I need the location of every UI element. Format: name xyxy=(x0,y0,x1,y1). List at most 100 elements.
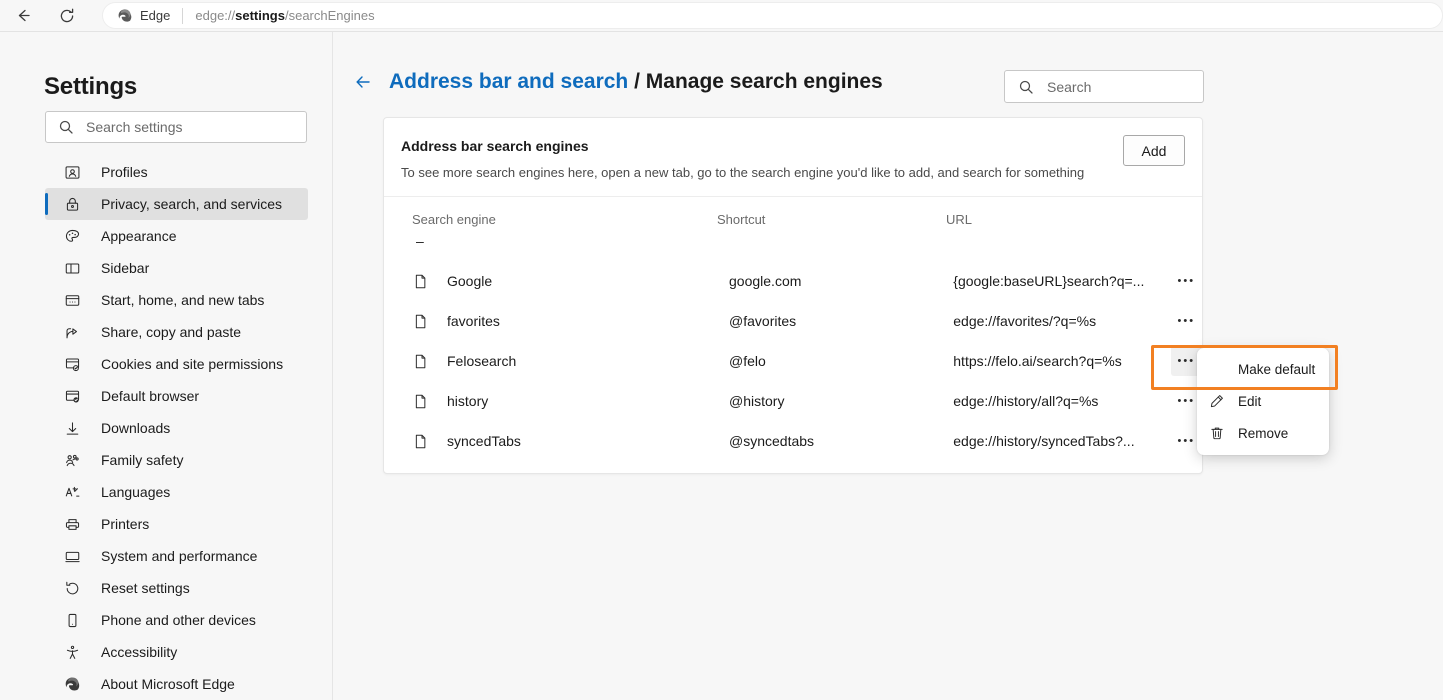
sidebar-item-start-home-and-new-tabs[interactable]: Start, home, and new tabs xyxy=(45,284,308,316)
share-icon xyxy=(64,324,81,341)
search-settings-input[interactable] xyxy=(86,119,276,135)
menu-item-label: Make default xyxy=(1238,361,1316,377)
address-bar-separator xyxy=(182,7,184,24)
sidebar-item-about-microsoft-edge[interactable]: About Microsoft Edge xyxy=(45,668,308,700)
sidebar-item-label: System and performance xyxy=(101,548,258,564)
sidebar-item-profiles[interactable]: Profiles xyxy=(45,156,308,188)
sidebar-item-languages[interactable]: Languages xyxy=(45,476,308,508)
row-context-menu[interactable]: Make default Edit Remove xyxy=(1197,348,1329,455)
search-engines-input[interactable] xyxy=(1047,78,1187,95)
menu-item-edit[interactable]: Edit xyxy=(1197,385,1329,417)
default-engine-placeholder: – xyxy=(416,233,424,249)
sidebar-item-share-copy-and-paste[interactable]: Share, copy and paste xyxy=(45,316,308,348)
sidebar-item-label: Sidebar xyxy=(101,260,150,276)
palette-icon xyxy=(64,228,81,245)
sidebar-icon xyxy=(64,260,81,277)
file-icon xyxy=(412,433,429,450)
settings-sidebar: Settings Profiles Privacy, search, and se… xyxy=(0,32,333,700)
search-engine-shortcut: @history xyxy=(729,393,785,409)
printer-icon xyxy=(64,516,81,533)
card-subtitle: To see more search engines here, open a … xyxy=(401,165,1085,180)
page-back-button[interactable] xyxy=(352,71,374,93)
sidebar-item-appearance[interactable]: Appearance xyxy=(45,220,308,252)
table-row[interactable]: syncedTabs @syncedtabs edge://history/sync… xyxy=(384,421,1202,461)
search-engine-url: edge://history/syncedTabs?... xyxy=(953,433,1135,449)
lock-icon xyxy=(64,196,81,213)
menu-item-make-default[interactable]: Make default xyxy=(1197,353,1329,385)
edge-logo-icon xyxy=(118,8,132,22)
search-engine-name: history xyxy=(447,393,489,409)
sidebar-item-default-browser[interactable]: Default browser xyxy=(45,380,308,412)
family-icon xyxy=(64,452,81,469)
column-header-url: URL xyxy=(946,211,973,227)
reset-icon xyxy=(64,580,81,597)
search-engine-url: edge://history/all?q=%s xyxy=(953,393,1099,409)
sidebar-item-printers[interactable]: Printers xyxy=(45,508,308,540)
arrow-left-icon xyxy=(18,9,30,22)
address-bar-url[interactable]: edge://settings/searchEngines xyxy=(195,8,374,23)
card-title: Address bar search engines xyxy=(401,138,589,154)
monitor-icon xyxy=(64,548,81,565)
menu-item-label: Remove xyxy=(1238,425,1289,441)
sidebar-item-label: About Microsoft Edge xyxy=(101,676,235,692)
address-bar[interactable]: Edge edge://settings/searchEngines xyxy=(102,2,1443,29)
more-horizontal-icon[interactable]: ••• xyxy=(1171,306,1202,336)
cookie-icon xyxy=(64,356,81,373)
browser-reload-button[interactable] xyxy=(52,1,82,31)
add-search-engine-button[interactable]: Add xyxy=(1123,135,1185,166)
sidebar-item-label: Appearance xyxy=(101,228,177,244)
sidebar-item-label: Accessibility xyxy=(101,644,178,660)
sidebar-item-label: Family safety xyxy=(101,452,184,468)
sidebar-item-family-safety[interactable]: Family safety xyxy=(45,444,308,476)
sidebar-item-reset-settings[interactable]: Reset settings xyxy=(45,572,308,604)
table-row[interactable]: Google google.com {google:baseURL}search?q… xyxy=(384,261,1202,301)
sidebar-item-privacy-search-and-services[interactable]: Privacy, search, and services xyxy=(45,188,308,220)
sidebar-item-cookies-and-site-permissions[interactable]: Cookies and site permissions xyxy=(45,348,308,380)
phone-icon xyxy=(64,612,81,629)
file-icon xyxy=(412,273,429,290)
search-icon xyxy=(1018,79,1034,95)
sidebar-nav-list: Profiles Privacy, search, and services App… xyxy=(45,156,308,700)
language-icon xyxy=(64,484,81,501)
window-dots-icon xyxy=(64,292,81,309)
more-horizontal-icon[interactable]: ••• xyxy=(1171,266,1202,296)
menu-item-label: Edit xyxy=(1238,393,1262,409)
column-header-shortcut: Shortcut xyxy=(717,211,766,227)
sidebar-item-phone-and-other-devices[interactable]: Phone and other devices xyxy=(45,604,308,636)
table-row[interactable]: history @history edge://history/all?q=%s ••… xyxy=(384,381,1202,421)
main-content: Address bar and search / Manage search e… xyxy=(334,32,1443,700)
arrow-left-icon xyxy=(356,76,370,88)
page-title: Settings xyxy=(44,73,138,100)
file-icon xyxy=(412,353,429,370)
sidebar-item-label: Default browser xyxy=(101,388,200,404)
search-engine-shortcut: @felo xyxy=(729,353,766,369)
sidebar-item-label: Reset settings xyxy=(101,580,190,596)
trash-icon xyxy=(1208,425,1225,442)
sidebar-item-accessibility[interactable]: Accessibility xyxy=(45,636,308,668)
settings-search-box[interactable] xyxy=(45,111,307,143)
breadcrumb: Address bar and search / Manage search e… xyxy=(389,70,883,94)
sidebar-item-sidebar[interactable]: Sidebar xyxy=(45,252,308,284)
table-row[interactable]: Felosearch @felo https://felo.ai/search?q=… xyxy=(384,341,1202,381)
search-engines-table-body: Google google.com {google:baseURL}search?q… xyxy=(384,261,1202,473)
edge-brand-badge: Edge xyxy=(117,8,170,24)
page-search-box[interactable] xyxy=(1004,70,1204,103)
sidebar-item-downloads[interactable]: Downloads xyxy=(45,412,308,444)
breadcrumb-parent-link[interactable]: Address bar and search xyxy=(389,70,628,93)
sidebar-item-label: Printers xyxy=(101,516,150,532)
table-row[interactable]: favorites @favorites edge://favorites/?q=%… xyxy=(384,301,1202,341)
page-header: Address bar and search / Manage search e… xyxy=(352,70,883,94)
edge-logo-icon xyxy=(64,676,81,693)
sidebar-item-label: Profiles xyxy=(101,164,148,180)
sidebar-item-label: Downloads xyxy=(101,420,171,436)
search-engine-shortcut: google.com xyxy=(729,273,802,289)
browser-back-button[interactable] xyxy=(8,1,38,31)
sidebar-item-system-and-performance[interactable]: System and performance xyxy=(45,540,308,572)
default-browser-icon xyxy=(64,388,81,405)
search-engine-url: https://felo.ai/search?q=%s xyxy=(953,353,1122,369)
accessibility-icon xyxy=(64,644,81,661)
breadcrumb-current: Manage search engines xyxy=(645,70,883,93)
pencil-icon xyxy=(1208,393,1225,410)
search-engine-url: {google:baseURL}search?q=... xyxy=(953,273,1145,289)
menu-item-remove[interactable]: Remove xyxy=(1197,417,1329,449)
